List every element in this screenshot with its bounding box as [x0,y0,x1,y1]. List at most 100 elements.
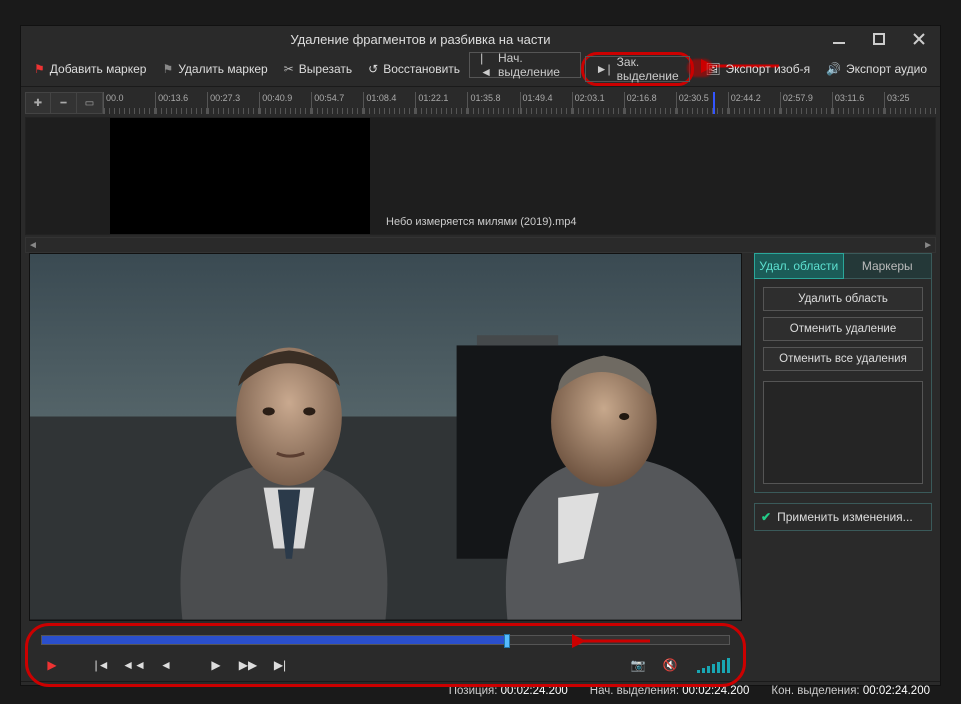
tick-label: 02:44.2 [731,93,761,103]
timeline-scrollbar[interactable]: ◄ ► [25,237,936,253]
restore-label: Восстановить [383,62,460,76]
seek-bar[interactable] [41,635,730,645]
cut-button[interactable]: ✂ Вырезать [277,56,359,82]
rewind-button[interactable]: ◄◄ [123,655,145,675]
export-image-button[interactable]: 🖼 Экспорт изоб-я [698,56,817,82]
tick-label: 01:49.4 [523,93,553,103]
snapshot-button[interactable]: 📷 [627,655,649,675]
delete-marker-button[interactable]: ⚑ Удалить маркер [155,56,274,82]
volume-meter[interactable] [697,657,730,673]
apply-wrap: ✔ Применить изменения... [754,503,932,681]
content-area: ▶ |◄ ◄◄ ◄ ▶ ▶▶ ▶| 📷 🔇 [21,253,940,681]
titlebar: Удаление фрагментов и разбивка на части [21,26,940,52]
tab-markers[interactable]: Маркеры [844,253,933,279]
delete-marker-label: Удалить маркер [178,62,267,76]
timeline-area: ✚ ━ ▭ 00.000:13.600:27.300:40.900:54.701… [21,87,940,253]
tutorial-highlight: ►| Зак. выделение [581,52,695,86]
tick-label: 02:57.9 [783,93,813,103]
export-audio-button[interactable]: 🔊 Экспорт аудио [819,56,934,82]
ruler-tick: 01:08.4 [363,92,415,114]
playback-controls: ▶ |◄ ◄◄ ◄ ▶ ▶▶ ▶| 📷 🔇 [29,629,742,681]
step-back-button[interactable]: ◄ [155,655,177,675]
tutorial-arrow-seek-icon [572,633,652,652]
main-toolbar: ⚑ Добавить маркер ⚑ Удалить маркер ✂ Выр… [21,52,940,87]
tick-label: 02:16.8 [627,93,657,103]
selection-end-button[interactable]: ►| Зак. выделение [585,56,691,82]
app-window: Удаление фрагментов и разбивка на части … [0,0,961,704]
apply-label: Применить изменения... [777,510,913,524]
tick-label: 02:03.1 [575,93,605,103]
scissors-icon: ✂ [284,62,294,76]
playback-controls-wrap: ▶ |◄ ◄◄ ◄ ▶ ▶▶ ▶| 📷 🔇 [29,629,742,681]
transport-row: ▶ |◄ ◄◄ ◄ ▶ ▶▶ ▶| 📷 🔇 [41,655,730,675]
deleted-regions-list[interactable] [763,381,923,484]
tab-regions[interactable]: Удал. области [754,253,844,279]
timeline-track[interactable]: Небо измеряется милями (2019).mp4 [25,117,936,235]
sel-start-label: Нач. выделение [498,51,570,79]
step-forward-button[interactable]: ▶ [205,655,227,675]
skip-end-button[interactable]: ▶| [269,655,291,675]
selection-start-button[interactable]: |◄ Нач. выделение [469,52,581,78]
scroll-right-icon[interactable]: ► [923,240,933,251]
export-image-label: Экспорт изоб-я [726,62,811,76]
video-preview [29,253,742,621]
tick-label: 00:13.6 [158,93,188,103]
clip-filename: Небо измеряется милями (2019).mp4 [386,216,577,228]
flag-remove-icon: ⚑ [162,62,173,76]
undo-delete-button[interactable]: Отменить удаление [763,317,923,341]
status-position: Позиция: 00:02:24.200 [449,685,568,697]
tick-label: 02:30.5 [679,93,709,103]
playhead[interactable] [713,92,715,114]
ruler-tick: 02:44.2 [728,92,780,114]
window-title: Удаление фрагментов и разбивка на части [29,32,812,47]
seek-fill [42,636,506,644]
status-sel-start: Нач. выделения: 00:02:24.200 [590,685,750,697]
ruler-tick: 00:13.6 [155,92,207,114]
tick-label: 01:35.8 [470,93,500,103]
apply-changes-button[interactable]: ✔ Применить изменения... [754,503,932,531]
video-clip[interactable] [110,118,370,234]
ruler-tick: 02:16.8 [624,92,676,114]
side-tabs: Удал. области Маркеры [754,253,932,279]
sel-start-icon: |◄ [480,51,492,79]
ruler-tick: 03:11.6 [832,92,884,114]
mute-button[interactable]: 🔇 [659,655,681,675]
minimize-button[interactable] [826,26,852,52]
zoom-in-button[interactable]: ✚ [25,92,51,114]
ruler-tick: 00:27.3 [207,92,259,114]
close-button[interactable] [906,26,932,52]
seek-handle[interactable] [504,634,510,648]
sel-end-icon: ►| [596,62,611,76]
scroll-left-icon[interactable]: ◄ [28,240,38,251]
zoom-out-button[interactable]: ━ [51,92,77,114]
ruler-tick: 00:40.9 [259,92,311,114]
ruler-tick: 00:54.7 [311,92,363,114]
timeline-ruler[interactable]: 00.000:13.600:27.300:40.900:54.701:08.40… [103,92,936,114]
play-button[interactable]: ▶ [41,655,63,675]
image-export-icon: 🖼 [705,62,720,76]
tick-label: 00.0 [106,93,124,103]
ruler-tick: 01:49.4 [520,92,572,114]
fast-forward-button[interactable]: ▶▶ [237,655,259,675]
sel-end-label: Зак. выделение [617,55,680,83]
maximize-button[interactable] [866,26,892,52]
skip-start-button[interactable]: |◄ [91,655,113,675]
timeline-toolbar: ✚ ━ ▭ 00.000:13.600:27.300:40.900:54.701… [25,91,936,115]
ruler-tick: 01:35.8 [467,92,519,114]
side-panel: Удал. области Маркеры Удалить область От… [754,253,932,681]
tick-label: 01:22.1 [418,93,448,103]
undo-all-button[interactable]: Отменить все удаления [763,347,923,371]
flag-icon: ⚑ [34,62,45,76]
check-icon: ✔ [761,510,771,524]
ruler-tick: 01:22.1 [415,92,467,114]
regions-panel: Удалить область Отменить удаление Отмени… [754,279,932,493]
restore-button[interactable]: ↺ Восстановить [361,56,467,82]
audio-export-icon: 🔊 [826,62,841,76]
add-marker-button[interactable]: ⚑ Добавить маркер [27,56,153,82]
tick-label: 03:11.6 [835,93,864,103]
export-audio-label: Экспорт аудио [846,62,927,76]
undo-icon: ↺ [368,62,378,76]
delete-region-button[interactable]: Удалить область [763,287,923,311]
ruler-tick: 03:25 [884,92,936,114]
zoom-fit-button[interactable]: ▭ [77,92,103,114]
